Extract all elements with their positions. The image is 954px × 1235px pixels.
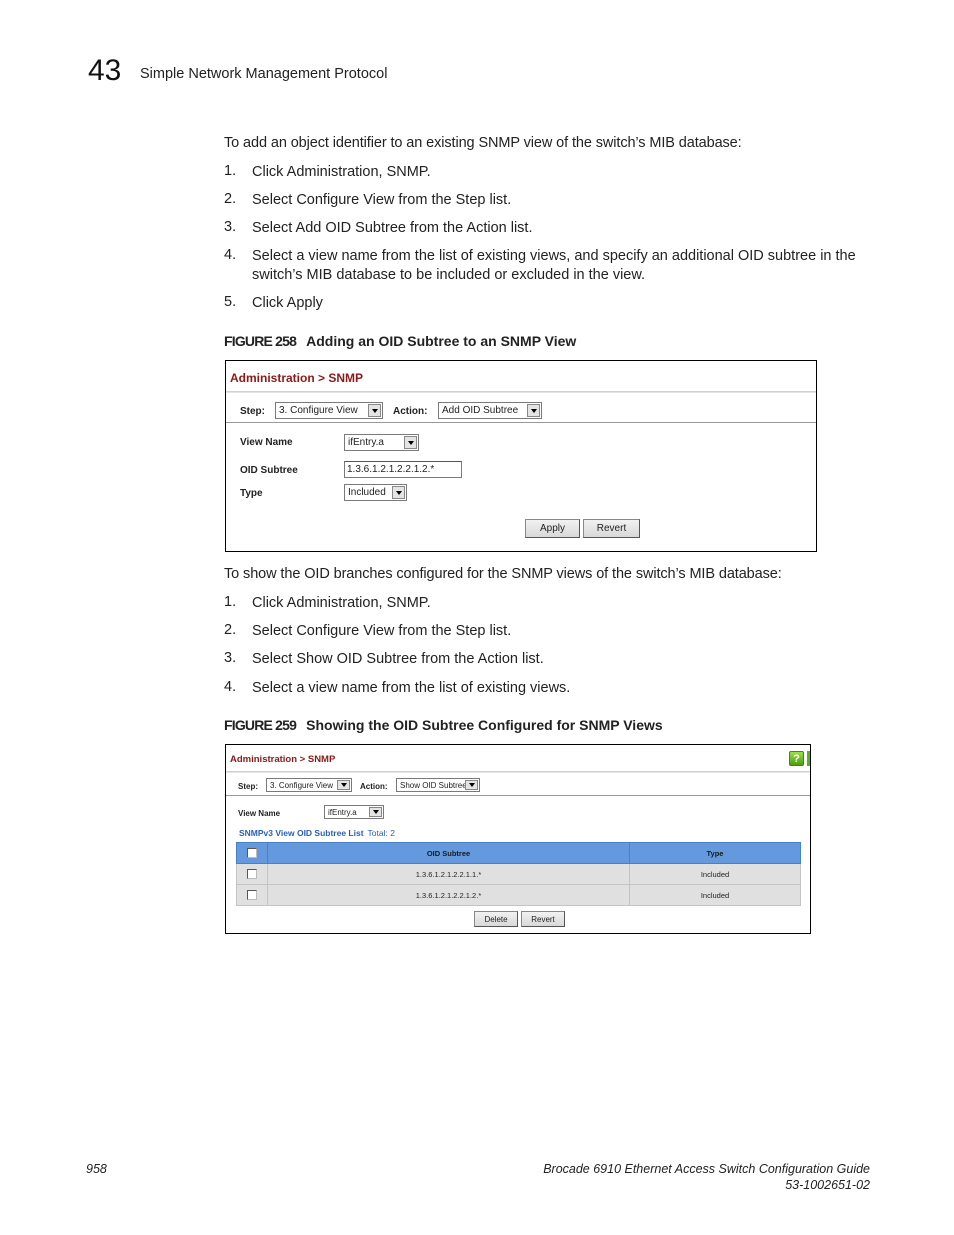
action-label: Action: (393, 406, 428, 417)
list-title-text: SNMPv3 View OID Subtree List (239, 828, 364, 838)
action-select-value: Show OID Subtree (400, 780, 465, 790)
step-text: Select a view name from the list of exis… (252, 248, 856, 283)
chevron-down-icon[interactable] (369, 807, 382, 817)
table-row: 1.3.6.1.2.1.2.2.1.2.* Included (236, 884, 801, 906)
step-number: 1. (224, 163, 237, 179)
view-name-value: ifEntry.a (348, 437, 384, 448)
step-text: Select a view name from the list of exis… (252, 680, 571, 696)
figure-259-screenshot: Administration > SNMP ? Step: 3. Configu… (225, 744, 811, 934)
figure-label: FIGURE 258 (224, 333, 297, 349)
view-name-select[interactable]: ifEntry.a (324, 805, 384, 819)
figure-258-screenshot: Administration > SNMP Step: 3. Configure… (225, 360, 817, 552)
step-number: 3. (224, 219, 237, 235)
figure-258-caption: FIGURE 258 Adding an OID Subtree to an SN… (224, 333, 576, 349)
section1-intro: To add an object identifier to an existi… (224, 135, 742, 151)
breadcrumb: Administration > SNMP (230, 754, 336, 765)
step-select[interactable]: 3. Configure View (275, 402, 383, 419)
type-value: Included (348, 487, 386, 498)
chapter-title: Simple Network Management Protocol (140, 66, 388, 82)
step-label: Step: (238, 782, 258, 791)
action-select[interactable]: Show OID Subtree (396, 778, 480, 792)
step-number: 5. (224, 294, 237, 310)
row-checkbox[interactable] (247, 890, 257, 900)
oid-cell: 1.3.6.1.2.1.2.2.1.1.* (267, 863, 630, 885)
oid-cell: 1.3.6.1.2.1.2.2.1.2.* (267, 884, 630, 906)
action-select[interactable]: Add OID Subtree (438, 402, 542, 419)
step-number: 3. (224, 650, 237, 666)
row-checkbox-cell (236, 863, 268, 885)
delete-button[interactable]: Delete (474, 911, 518, 927)
step-select-value: 3. Configure View (270, 780, 333, 790)
breadcrumb: Administration > SNMP (230, 371, 364, 385)
header-divider (226, 771, 810, 773)
revert-button[interactable]: Revert (583, 519, 640, 538)
row-checkbox[interactable] (247, 869, 257, 879)
type-cell: Included (629, 884, 801, 906)
chevron-down-icon[interactable] (527, 404, 540, 417)
divider (226, 422, 816, 423)
action-label: Action: (360, 782, 388, 791)
step-number: 2. (224, 622, 237, 638)
step-number: 1. (224, 594, 237, 610)
step-label: Step: (240, 406, 265, 417)
oid-subtree-label: OID Subtree (240, 465, 298, 476)
step-text: Select Add OID Subtree from the Action l… (252, 220, 533, 236)
row-checkbox-cell (236, 884, 268, 906)
step-number: 2. (224, 191, 237, 207)
oid-subtree-input[interactable]: 1.3.6.1.2.1.2.2.1.2.* (344, 461, 462, 478)
list-total: Total: 2 (367, 828, 395, 838)
type-select[interactable]: Included (344, 484, 407, 501)
chevron-down-icon[interactable] (368, 404, 381, 417)
select-all-cell (236, 842, 268, 864)
view-name-select[interactable]: ifEntry.a (344, 434, 419, 451)
doc-number: 53-1002651-02 (785, 1178, 870, 1192)
step-text: Click Administration, SNMP. (252, 164, 431, 180)
select-all-checkbox[interactable] (247, 848, 257, 858)
step-number: 4. (224, 247, 237, 263)
step-text: Click Administration, SNMP. (252, 595, 431, 611)
view-name-label: View Name (240, 437, 293, 448)
apply-button[interactable]: Apply (525, 519, 580, 538)
figure-259-caption: FIGURE 259 Showing the OID Subtree Config… (224, 717, 663, 733)
step-number: 4. (224, 679, 237, 695)
step-select[interactable]: 3. Configure View (266, 778, 352, 792)
figure-title: Showing the OID Subtree Configured for S… (306, 717, 663, 733)
chapter-number: 43 (88, 54, 122, 87)
column-header-type: Type (629, 842, 801, 864)
revert-button[interactable]: Revert (521, 911, 565, 927)
table-header-row: OID Subtree Type (236, 842, 801, 864)
column-header-oid: OID Subtree (267, 842, 630, 864)
chevron-down-icon[interactable] (392, 486, 405, 499)
type-label: Type (240, 488, 263, 499)
list-title: SNMPv3 View OID Subtree List Total: 2 (239, 828, 395, 838)
chevron-down-icon[interactable] (404, 436, 417, 449)
step-text: Select Show OID Subtree from the Action … (252, 651, 544, 667)
figure-title: Adding an OID Subtree to an SNMP View (306, 333, 577, 349)
section2-intro: To show the OID branches configured for … (224, 566, 782, 582)
help-icon[interactable]: ? (789, 751, 804, 766)
view-name-label: View Name (238, 809, 281, 818)
step-text: Select Configure View from the Step list… (252, 623, 512, 639)
step-select-value: 3. Configure View (279, 405, 358, 416)
type-cell: Included (629, 863, 801, 885)
header-divider (226, 391, 816, 393)
step-text: Select Configure View from the Step list… (252, 192, 512, 208)
doc-title: Brocade 6910 Ethernet Access Switch Conf… (543, 1162, 870, 1176)
page-number: 958 (86, 1162, 107, 1176)
chevron-down-icon[interactable] (337, 780, 350, 790)
chevron-down-icon[interactable] (465, 780, 478, 790)
action-select-value: Add OID Subtree (442, 405, 519, 416)
view-name-value: ifEntry.a (328, 807, 357, 817)
figure-label: FIGURE 259 (224, 717, 297, 733)
table-row: 1.3.6.1.2.1.2.2.1.1.* Included (236, 863, 801, 885)
oid-subtree-table: OID Subtree Type 1.3.6.1.2.1.2.2.1.1.* I… (236, 842, 801, 906)
divider (226, 795, 810, 796)
step-text: Click Apply (252, 295, 323, 311)
help-icon-edge (807, 751, 810, 766)
